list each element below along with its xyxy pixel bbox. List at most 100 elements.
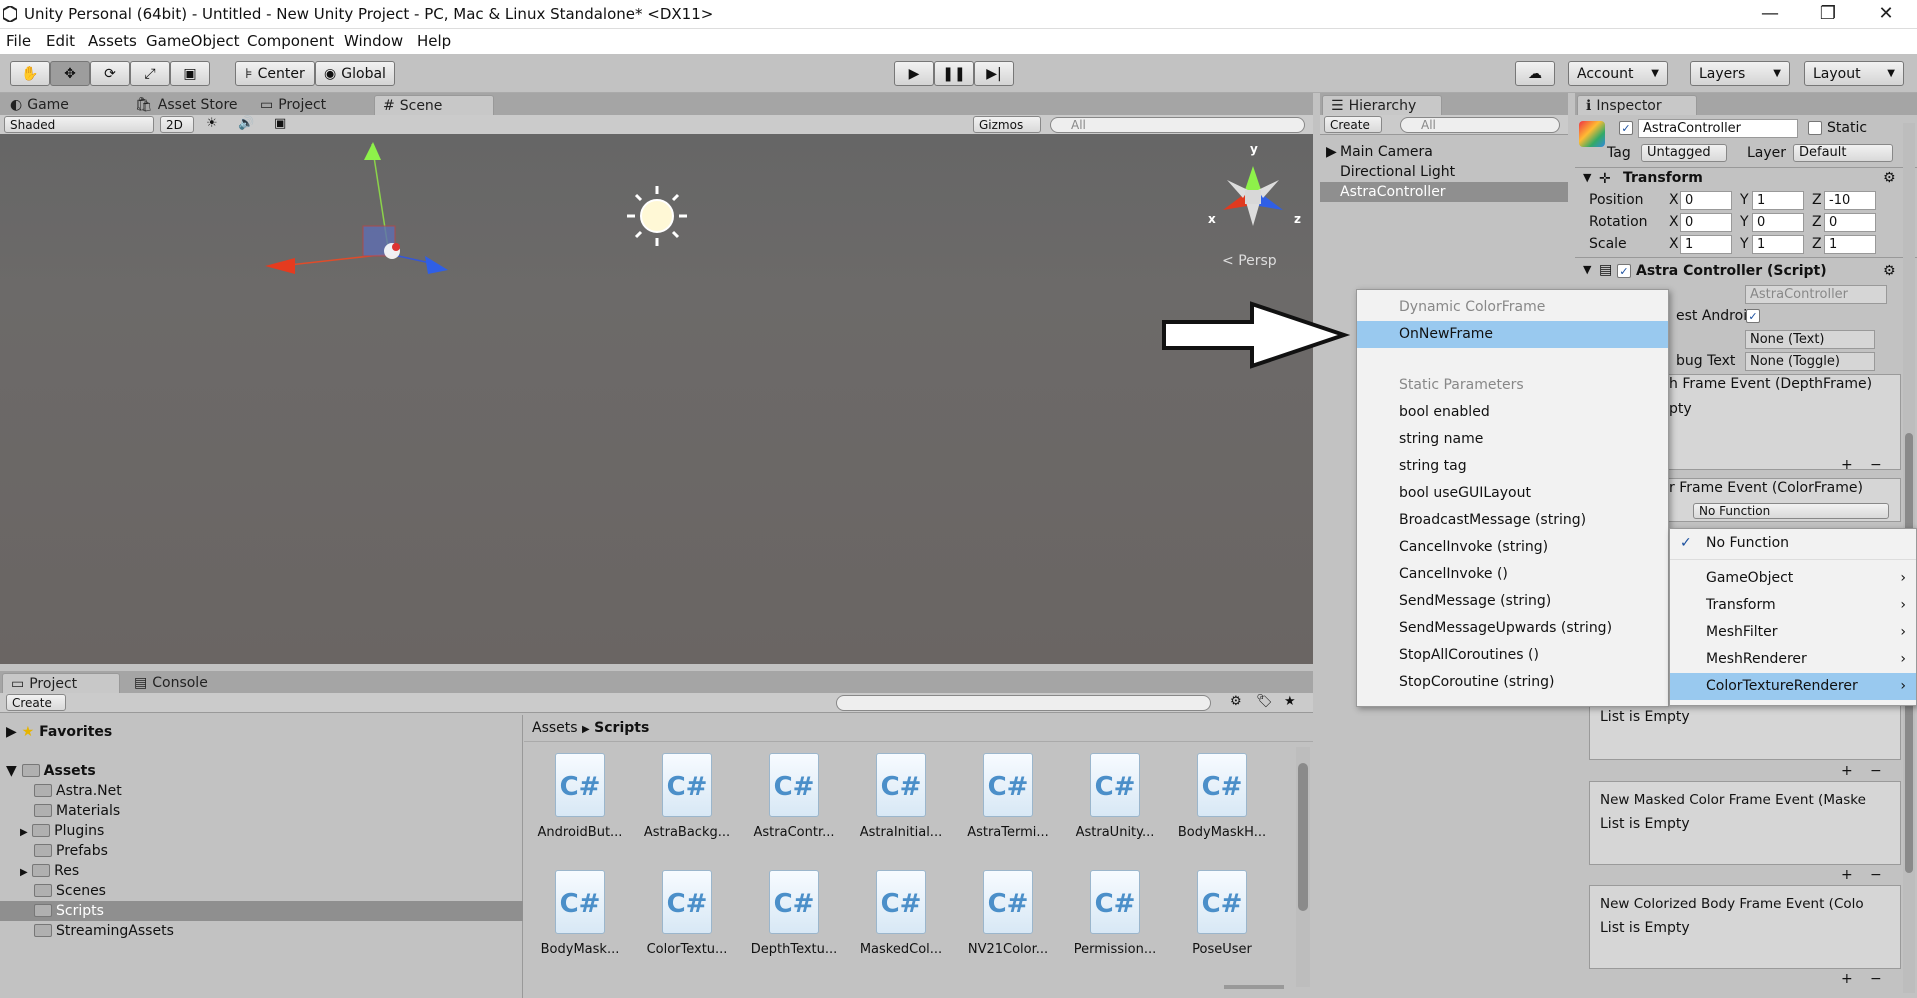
remove-listener-button[interactable]: −: [1870, 457, 1882, 473]
favorites-row[interactable]: ▶ ★ Favorites: [0, 722, 523, 742]
script-asset[interactable]: C# BodyMaskH...: [1172, 753, 1272, 868]
menu-item-cancelinvoke[interactable]: CancelInvoke (): [1357, 561, 1668, 588]
text-object-field[interactable]: None (Text): [1745, 330, 1875, 349]
play-button[interactable]: ▶: [894, 61, 934, 86]
menu-item-sendmessageupwards[interactable]: SendMessageUpwards (string): [1357, 615, 1668, 642]
tab-inspector[interactable]: ℹ Inspector: [1577, 95, 1697, 115]
color-function-dropdown[interactable]: No Function: [1693, 503, 1889, 519]
script-asset[interactable]: C# BodyMask...: [530, 870, 630, 985]
submenu-item-no-function[interactable]: ✓ No Function: [1670, 530, 1916, 557]
gear-icon[interactable]: ⚙: [1883, 170, 1896, 186]
menu-item-sendmessage[interactable]: SendMessage (string): [1357, 588, 1668, 615]
star-icon[interactable]: ★: [1284, 694, 1296, 709]
script-asset[interactable]: C# Permission...: [1065, 870, 1165, 985]
pivot-center-button[interactable]: ⊧ Center: [235, 61, 315, 86]
folder-scripts[interactable]: Scripts: [0, 901, 523, 921]
gear-icon[interactable]: ⚙: [1883, 263, 1896, 279]
position-x-field[interactable]: 0: [1680, 191, 1732, 210]
menu-gameobject[interactable]: GameObject: [146, 32, 240, 50]
step-button[interactable]: ▶|: [974, 61, 1014, 86]
menu-item-string-name[interactable]: string name: [1357, 426, 1668, 453]
hierarchy-search-input[interactable]: All: [1400, 117, 1560, 133]
toggle-2d-button[interactable]: 2D: [160, 116, 194, 133]
hierarchy-item-astracontroller[interactable]: AstraController: [1340, 184, 1446, 200]
script-enabled-checkbox[interactable]: [1617, 264, 1631, 278]
tab-game[interactable]: ◐ Game: [2, 95, 127, 115]
active-checkbox[interactable]: [1619, 121, 1633, 135]
shading-mode-dropdown[interactable]: Shaded: [4, 116, 154, 133]
light-icon[interactable]: ☀: [206, 116, 218, 131]
menu-window[interactable]: Window: [344, 32, 403, 50]
scale-y-field[interactable]: 1: [1752, 235, 1804, 254]
scale-x-field[interactable]: 1: [1680, 235, 1732, 254]
expand-arrow-icon[interactable]: ▶: [1326, 144, 1337, 160]
layers-dropdown[interactable]: Layers ▼: [1690, 61, 1790, 86]
menu-item-broadcastmessage[interactable]: BroadcastMessage (string): [1357, 507, 1668, 534]
hierarchy-item-main-camera[interactable]: Main Camera: [1340, 144, 1433, 160]
collapse-arrow-icon[interactable]: ▼: [1583, 171, 1591, 184]
add-listener-button[interactable]: +: [1841, 457, 1853, 473]
script-asset[interactable]: C# AstraBackg...: [637, 753, 737, 868]
tab-scene[interactable]: # Scene: [374, 95, 494, 115]
folder-prefabs[interactable]: Prefabs: [0, 841, 523, 861]
folder-plugins[interactable]: ▶ Plugins: [0, 821, 523, 841]
tab-project[interactable]: ▭ Project: [2, 673, 120, 693]
account-dropdown[interactable]: Account ▼: [1568, 61, 1668, 86]
breadcrumb-assets[interactable]: Assets: [532, 720, 578, 736]
script-asset[interactable]: C# NV21Color...: [958, 870, 1058, 985]
script-asset[interactable]: C# ColorTextu...: [637, 870, 737, 985]
add-listener-button[interactable]: +: [1841, 763, 1853, 779]
tab-asset-store[interactable]: 🛍 Asset Store: [127, 95, 252, 115]
scene-search-input[interactable]: All: [1050, 117, 1305, 133]
tab-hierarchy[interactable]: ☰ Hierarchy: [1322, 95, 1442, 115]
remove-listener-button[interactable]: −: [1870, 763, 1882, 779]
folder-astra-net[interactable]: Astra.Net: [0, 781, 523, 801]
menu-item-cancelinvoke-string[interactable]: CancelInvoke (string): [1357, 534, 1668, 561]
folder-materials[interactable]: Materials: [0, 801, 523, 821]
submenu-item-gameobject[interactable]: GameObject ›: [1670, 565, 1916, 592]
scale-tool-button[interactable]: ⤢: [130, 61, 170, 86]
hierarchy-item-directional-light[interactable]: Directional Light: [1340, 164, 1455, 180]
tab-project-top[interactable]: ▭ Project: [252, 95, 370, 115]
menu-file[interactable]: File: [6, 32, 31, 50]
rotation-y-field[interactable]: 0: [1752, 213, 1804, 232]
static-checkbox[interactable]: [1808, 121, 1822, 135]
zoom-slider[interactable]: [1224, 985, 1284, 989]
submenu-item-meshrenderer[interactable]: MeshRenderer ›: [1670, 646, 1916, 673]
rotation-z-field[interactable]: 0: [1824, 213, 1876, 232]
position-z-field[interactable]: -10: [1824, 191, 1876, 210]
menu-component[interactable]: Component: [247, 32, 334, 50]
menu-item-stopcoroutine[interactable]: StopCoroutine (string): [1357, 669, 1668, 696]
menu-item-bool-useguilayout[interactable]: bool useGUILayout: [1357, 480, 1668, 507]
menu-item-string-tag[interactable]: string tag: [1357, 453, 1668, 480]
remove-listener-button[interactable]: −: [1870, 971, 1882, 987]
script-reference-field[interactable]: AstraController: [1745, 285, 1887, 304]
submenu-item-transform[interactable]: Transform ›: [1670, 592, 1916, 619]
layer-dropdown[interactable]: Default: [1793, 144, 1893, 162]
test-android-checkbox[interactable]: [1746, 309, 1760, 323]
pivot-global-button[interactable]: ◉ Global: [315, 61, 395, 86]
add-listener-button[interactable]: +: [1841, 867, 1853, 883]
layout-dropdown[interactable]: Layout ▼: [1804, 61, 1904, 86]
rotate-tool-button[interactable]: ⟳: [90, 61, 130, 86]
folder-scenes[interactable]: Scenes: [0, 881, 523, 901]
menu-item-bool-enabled[interactable]: bool enabled: [1357, 399, 1668, 426]
assets-row[interactable]: ▼ Assets: [0, 761, 523, 781]
tab-console[interactable]: ▤ Console: [126, 673, 236, 693]
project-search-input[interactable]: [836, 695, 1211, 711]
persp-label[interactable]: < Persp: [1222, 253, 1277, 269]
menu-item-stopallcoroutines[interactable]: StopAllCoroutines (): [1357, 642, 1668, 669]
filter-type-icon[interactable]: ⚙: [1230, 694, 1242, 709]
submenu-item-colortexturerenderer[interactable]: ColorTextureRenderer ›: [1670, 673, 1916, 700]
remove-listener-button[interactable]: −: [1870, 867, 1882, 883]
folder-res[interactable]: ▶ Res: [0, 861, 523, 881]
rect-tool-button[interactable]: ▣: [170, 61, 210, 86]
folder-streamingassets[interactable]: StreamingAssets: [0, 921, 523, 941]
audio-icon[interactable]: 🔊: [238, 116, 254, 131]
rotation-x-field[interactable]: 0: [1680, 213, 1732, 232]
menu-assets[interactable]: Assets: [88, 32, 137, 50]
script-asset[interactable]: C# AstraContr...: [744, 753, 844, 868]
close-button[interactable]: ✕: [1857, 0, 1915, 29]
script-asset[interactable]: C# AstraTermi...: [958, 753, 1058, 868]
asset-scroll-thumb[interactable]: [1298, 763, 1308, 911]
